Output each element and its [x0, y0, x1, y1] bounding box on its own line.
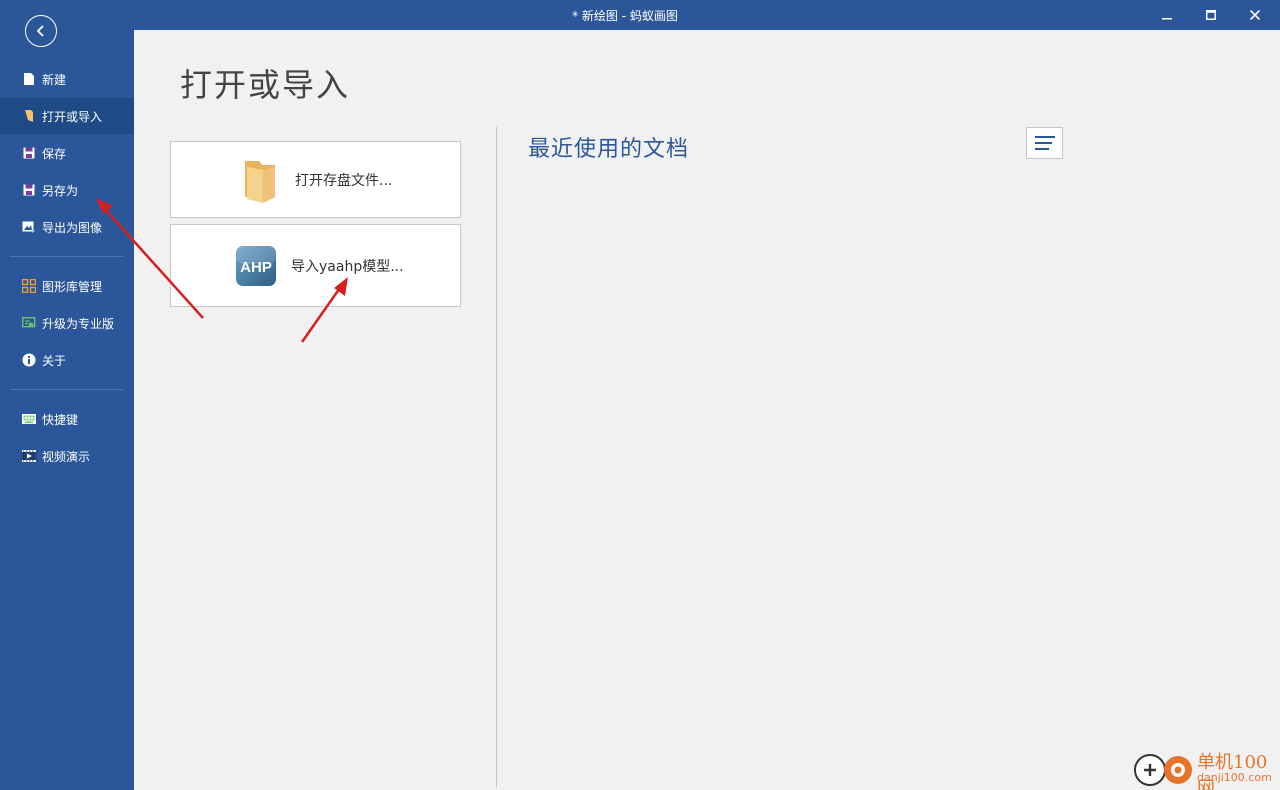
library-grid-icon — [22, 279, 36, 293]
close-button[interactable] — [1232, 0, 1278, 30]
main-panel: 打开或导入 打开存盘文件... AHP 导入yaahp模型... 最近使用的文档 — [134, 30, 1280, 790]
sidebar-item-export-image[interactable]: 导出为图像 — [0, 209, 134, 245]
sidebar-item-save[interactable]: 保存 — [0, 135, 134, 171]
sidebar-item-shortcuts[interactable]: 快捷键 — [0, 401, 134, 437]
ahp-logo-icon: AHP — [235, 245, 277, 287]
export-image-icon — [22, 220, 36, 234]
maximize-icon — [1206, 10, 1216, 20]
sidebar-item-about[interactable]: 关于 — [0, 342, 134, 378]
new-file-icon — [22, 72, 36, 86]
recent-documents-title: 最近使用的文档 — [528, 137, 690, 162]
save-icon — [22, 146, 36, 160]
open-disk-file-button[interactable]: 打开存盘文件... — [170, 141, 461, 218]
sidebar-item-upgrade[interactable]: 升级为专业版 — [0, 305, 134, 341]
sidebar-item-open-import[interactable]: 打开或导入 — [0, 98, 134, 134]
sidebar-item-label: 新建 — [42, 72, 67, 87]
sidebar-item-label: 升级为专业版 — [42, 316, 115, 331]
sidebar-item-label: 另存为 — [42, 183, 79, 198]
sidebar-item-label: 保存 — [42, 146, 67, 161]
import-yaahp-button[interactable]: AHP 导入yaahp模型... — [170, 224, 461, 307]
import-yaahp-label: 导入yaahp模型... — [291, 258, 404, 275]
folder-icon — [243, 157, 277, 203]
sidebar-item-label: 导出为图像 — [42, 220, 103, 235]
open-disk-file-label: 打开存盘文件... — [295, 172, 393, 189]
page-title: 打开或导入 — [180, 66, 351, 104]
watermark: 单机100网 danji100.com — [1130, 745, 1280, 790]
list-lines-icon — [1034, 136, 1055, 150]
vertical-divider — [496, 127, 497, 787]
upgrade-icon — [22, 316, 36, 330]
close-icon — [1250, 10, 1260, 20]
sidebar-item-library[interactable]: 图形库管理 — [0, 268, 134, 304]
sidebar-item-new[interactable]: 新建 — [0, 61, 134, 97]
video-icon — [22, 449, 36, 463]
minimize-icon — [1162, 18, 1172, 20]
list-view-button[interactable] — [1026, 127, 1063, 159]
svg-text:AHP: AHP — [240, 259, 272, 276]
sidebar-item-label: 视频演示 — [42, 449, 91, 464]
sidebar-item-label: 图形库管理 — [42, 279, 103, 294]
sidebar-item-label: 打开或导入 — [42, 109, 103, 124]
sidebar-divider — [10, 256, 124, 257]
sidebar-item-save-as[interactable]: 另存为 — [0, 172, 134, 208]
watermark-en-text: danji100.com — [1197, 771, 1272, 784]
sidebar-item-label: 快捷键 — [42, 412, 79, 427]
sidebar-divider — [10, 389, 124, 390]
maximize-button[interactable] — [1188, 0, 1234, 30]
save-as-icon — [22, 183, 36, 197]
open-file-icon — [22, 109, 36, 123]
sidebar: 新建 打开或导入 保存 另存为 导出为图像 图形库管理 升级为专业版 关于 快捷… — [0, 0, 134, 790]
keyboard-icon — [22, 412, 36, 426]
watermark-logo-icon — [1134, 754, 1192, 786]
info-icon — [22, 353, 36, 367]
title-bar: * 新绘图 - 蚂蚁画图 — [134, 0, 1280, 30]
window-title: * 新绘图 - 蚂蚁画图 — [572, 9, 678, 23]
minimize-button[interactable] — [1144, 0, 1190, 30]
sidebar-item-video[interactable]: 视频演示 — [0, 438, 134, 474]
back-arrow-icon — [36, 25, 44, 37]
sidebar-item-label: 关于 — [42, 353, 67, 368]
